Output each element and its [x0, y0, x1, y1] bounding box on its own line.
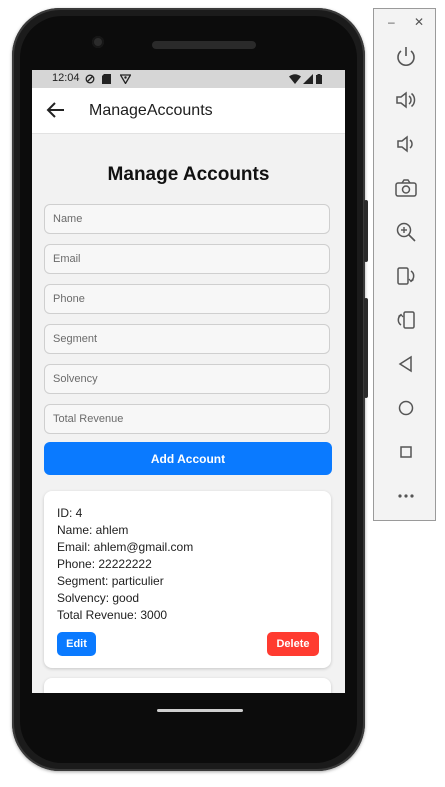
next-account-card — [44, 678, 331, 693]
side-power-button[interactable] — [364, 200, 368, 262]
front-camera — [92, 36, 104, 48]
bottom-chin-line — [157, 709, 243, 712]
page-title: Manage Accounts — [107, 164, 270, 185]
name-input[interactable] — [44, 204, 330, 234]
delete-account-button[interactable]: Delete — [267, 632, 319, 656]
email-input[interactable] — [44, 244, 330, 274]
vpn-icon — [120, 74, 131, 84]
camera-icon[interactable] — [393, 175, 419, 201]
account-phone: Phone: 22222222 — [57, 557, 152, 571]
total-revenue-input[interactable] — [44, 404, 330, 434]
account-id: ID: 4 — [57, 506, 83, 520]
account-name: Name: ahlem — [57, 523, 129, 537]
volume-down-icon[interactable] — [393, 131, 419, 157]
battery-icon — [316, 74, 322, 84]
status-time: 12:04 — [52, 72, 80, 84]
back-arrow-icon[interactable] — [44, 98, 68, 122]
add-account-button[interactable]: Add Account — [44, 442, 332, 475]
app-bar-title: ManageAccounts — [89, 102, 213, 119]
segment-input[interactable] — [44, 324, 330, 354]
side-volume-button[interactable] — [364, 298, 368, 398]
phone-input[interactable] — [44, 284, 330, 314]
sd-card-icon — [102, 74, 111, 84]
rotate-right-icon[interactable] — [393, 307, 419, 333]
zoom-icon[interactable] — [393, 219, 419, 245]
account-solvency: Solvency: good — [57, 591, 140, 605]
account-card: ID: 4 Name: ahlem Email: ahlem@gmail.com… — [44, 491, 331, 668]
manage-accounts-content: Manage Accounts Add Account ID: 4 Name: … — [32, 134, 345, 693]
overview-icon[interactable] — [393, 439, 419, 465]
account-segment: Segment: particulier — [57, 574, 164, 588]
close-icon[interactable]: ✕ — [414, 15, 424, 29]
edit-account-button[interactable]: Edit — [57, 632, 96, 656]
back-icon[interactable] — [393, 351, 419, 377]
cell-signal-icon — [303, 74, 313, 84]
more-icon[interactable] — [393, 483, 419, 509]
volume-up-icon[interactable] — [393, 87, 419, 113]
account-details: ID: 4 Name: ahlem Email: ahlem@gmail.com… — [57, 505, 193, 624]
app-bar: ManageAccounts — [32, 88, 345, 134]
privacy-icon — [85, 74, 95, 84]
earpiece-speaker — [152, 41, 256, 49]
status-bar: 12:04 — [32, 70, 345, 88]
device-screen: 12:04 ManageAccounts Manage Accounts Add… — [32, 70, 345, 693]
wifi-icon — [289, 74, 301, 84]
account-total-revenue: Total Revenue: 3000 — [57, 608, 168, 622]
solvency-input[interactable] — [44, 364, 330, 394]
rotate-left-icon[interactable] — [393, 263, 419, 289]
account-email: Email: ahlem@gmail.com — [57, 540, 194, 554]
home-icon[interactable] — [393, 395, 419, 421]
minimize-icon[interactable]: – — [388, 15, 395, 29]
emulator-toolbar: – ✕ — [373, 8, 436, 521]
power-icon[interactable] — [393, 43, 419, 69]
